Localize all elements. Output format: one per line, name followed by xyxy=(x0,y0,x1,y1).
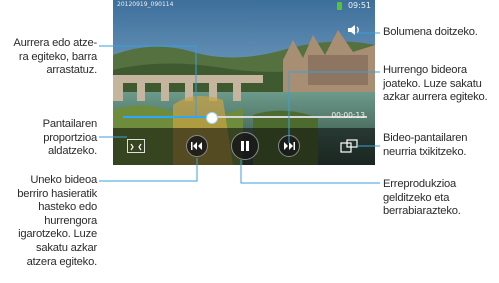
pause-button[interactable] xyxy=(231,132,259,160)
aspect-ratio-callout: Pantailaren proportzioa aldatzeko. xyxy=(42,118,98,158)
rewind-icon xyxy=(191,142,202,150)
seek-bar-progress xyxy=(123,116,211,118)
next-callout: Hurrengo bideora joateko. Luze sakatu az… xyxy=(383,64,488,104)
previous-callout: Uneko bideoa berriro hasieratik hasteko … xyxy=(17,174,97,268)
popup-resize-icon xyxy=(340,139,358,153)
previous-button[interactable] xyxy=(186,135,208,157)
control-bar xyxy=(113,128,375,165)
video-file-name: 20120919_090114 xyxy=(117,1,174,8)
seek-bar-callout: Aurrera edo atze- ra egiteko, barra arra… xyxy=(13,37,97,77)
aspect-ratio-icon xyxy=(130,143,142,151)
volume-icon[interactable] xyxy=(347,24,361,36)
status-clock: 09:51 xyxy=(347,1,371,10)
seek-handle[interactable] xyxy=(205,112,218,124)
fast-forward-icon xyxy=(284,142,295,150)
pause-callout: Erreprodukzioa gelditzeko eta berrabiara… xyxy=(383,178,461,218)
next-button[interactable] xyxy=(278,135,300,157)
volume-callout: Bolumena doitzeko. xyxy=(383,26,478,38)
video-player-screen: 20120919_090114 09:51 00:00:13 xyxy=(113,0,375,165)
aspect-ratio-button[interactable] xyxy=(127,139,145,153)
popup-resize-button[interactable] xyxy=(340,139,358,153)
pause-icon xyxy=(241,141,249,151)
battery-icon xyxy=(337,2,342,10)
popup-resize-callout: Bideo-pantailaren neurria txikitzeko. xyxy=(383,132,468,158)
elapsed-time: 00:00:13 xyxy=(331,111,365,120)
